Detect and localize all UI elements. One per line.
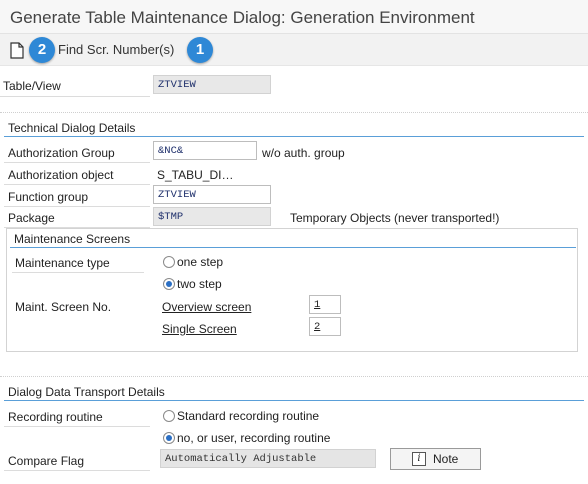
note-button[interactable]: i Note <box>390 448 481 470</box>
divider <box>4 206 150 207</box>
divider <box>4 470 150 471</box>
step-badge-1: 1 <box>187 37 213 63</box>
recording-routine-label: Recording routine <box>8 410 103 424</box>
single-screen-label: Single Screen <box>162 322 237 336</box>
divider <box>12 272 144 273</box>
divider <box>0 112 588 113</box>
find-screen-numbers-button[interactable]: Find Scr. Number(s) <box>58 42 174 57</box>
step-badge-2: 2 <box>29 37 55 63</box>
auth-group-description: w/o auth. group <box>262 146 345 160</box>
one-step-radio[interactable] <box>163 256 175 268</box>
two-step-radio[interactable] <box>163 278 175 290</box>
compare-flag-label: Compare Flag <box>8 454 85 468</box>
function-group-field[interactable]: ZTVIEW <box>153 185 271 204</box>
overview-screen-field[interactable]: 1 <box>309 295 341 314</box>
user-routine-label[interactable]: no, or user, recording routine <box>177 431 330 445</box>
auth-object-value: S_TABU_DI… <box>157 168 234 182</box>
transport-details-heading: Dialog Data Transport Details <box>8 385 165 399</box>
function-group-label: Function group <box>8 190 89 204</box>
package-field: $TMP <box>153 207 271 226</box>
info-icon: i <box>412 452 426 466</box>
maintenance-type-label: Maintenance type <box>15 256 110 270</box>
two-step-label[interactable]: two step <box>177 277 222 291</box>
divider <box>4 162 150 163</box>
package-description: Temporary Objects (never transported!) <box>290 211 500 225</box>
section-divider <box>4 136 584 137</box>
auth-group-field[interactable]: &NC& <box>153 141 257 160</box>
auth-group-label: Authorization Group <box>8 146 115 160</box>
divider <box>0 96 150 97</box>
standard-routine-label[interactable]: Standard recording routine <box>177 409 319 423</box>
compare-flag-field: Automatically Adjustable <box>160 449 376 468</box>
table-view-field: ZTVIEW <box>153 75 271 94</box>
single-screen-field[interactable]: 2 <box>309 317 341 336</box>
section-divider <box>10 247 576 248</box>
technical-details-heading: Technical Dialog Details <box>8 121 136 135</box>
divider <box>4 426 150 427</box>
table-view-label: Table/View <box>3 79 61 93</box>
new-document-icon[interactable] <box>10 42 24 59</box>
overview-screen-label: Overview screen <box>162 300 252 314</box>
divider <box>0 376 588 377</box>
auth-object-label: Authorization object <box>8 168 114 182</box>
window-title: Generate Table Maintenance Dialog: Gener… <box>10 8 475 27</box>
divider <box>4 184 150 185</box>
one-step-label[interactable]: one step <box>177 255 223 269</box>
user-routine-radio[interactable] <box>163 432 175 444</box>
toolbar: 2 Find Scr. Number(s) 1 <box>0 34 588 66</box>
package-label: Package <box>8 211 55 225</box>
standard-routine-radio[interactable] <box>163 410 175 422</box>
maintenance-screens-heading: Maintenance Screens <box>14 232 131 246</box>
title-bar: Generate Table Maintenance Dialog: Gener… <box>0 0 588 34</box>
maint-screen-no-label: Maint. Screen No. <box>15 300 112 314</box>
section-divider <box>4 400 584 401</box>
note-button-label: Note <box>433 452 459 466</box>
